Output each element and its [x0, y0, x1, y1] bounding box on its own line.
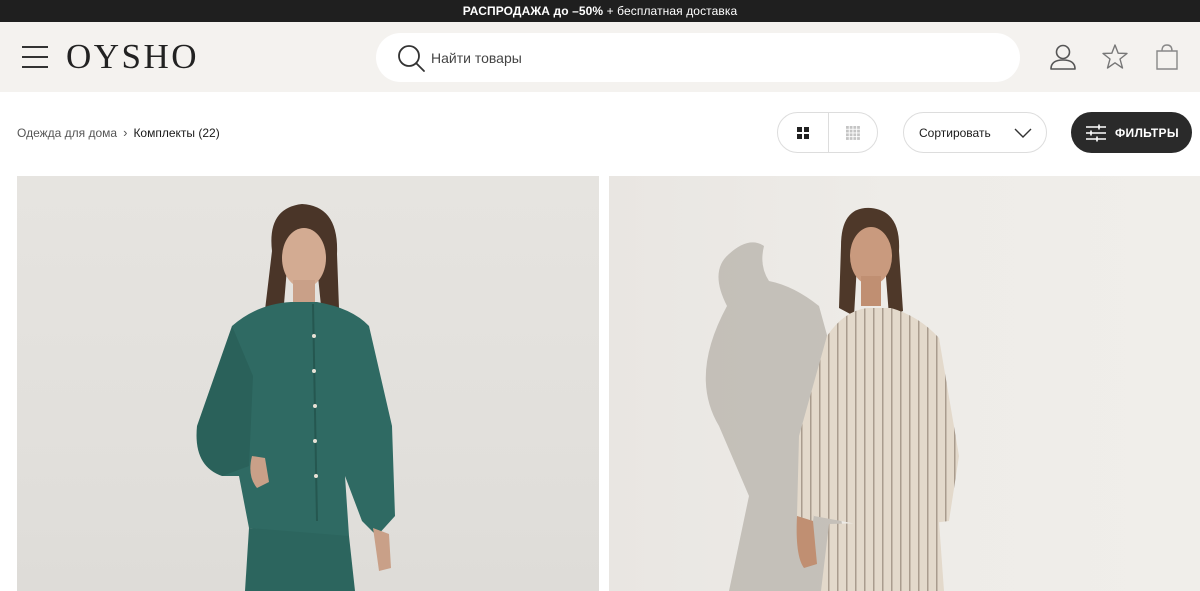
grid-2-icon — [796, 126, 809, 139]
user-icon[interactable] — [1048, 42, 1078, 72]
logo[interactable]: OYSHO — [66, 36, 199, 78]
breadcrumb-parent[interactable]: Одежда для дома — [17, 126, 117, 140]
product-grid — [0, 176, 1200, 591]
view-4-columns-button[interactable] — [827, 113, 878, 152]
menu-icon[interactable] — [22, 46, 48, 68]
promo-banner[interactable]: РАСПРОДАЖА до –50% + бесплатная доставка — [0, 0, 1200, 22]
star-icon[interactable] — [1100, 42, 1130, 72]
promo-bold-text: РАСПРОДАЖА до –50% — [462, 4, 604, 18]
sliders-icon — [1086, 124, 1106, 141]
product-card[interactable] — [17, 176, 599, 591]
sort-label: Сортировать — [919, 125, 991, 140]
promo-text: + бесплатная доставка — [603, 4, 738, 18]
view-toggle — [777, 112, 878, 153]
grid-4-icon — [845, 125, 860, 140]
product-image[interactable] — [17, 176, 599, 591]
search-icon[interactable] — [396, 43, 426, 73]
site-header: OYSHO — [0, 22, 1200, 92]
view-2-columns-button[interactable] — [778, 113, 828, 152]
product-card[interactable] — [609, 176, 1200, 591]
breadcrumb: Одежда для дома › Комплекты (22) — [17, 125, 220, 140]
search-input[interactable] — [431, 49, 991, 66]
sort-dropdown[interactable]: Сортировать — [903, 112, 1047, 153]
product-image[interactable] — [609, 176, 1200, 591]
filters-button[interactable]: ФИЛЬТРЫ — [1071, 112, 1192, 153]
breadcrumb-current: Комплекты (22) — [133, 125, 220, 140]
search-bar[interactable] — [376, 33, 1020, 82]
toolbar: Одежда для дома › Комплекты (22) Сортиро… — [0, 92, 1200, 175]
chevron-down-icon — [1014, 128, 1032, 138]
filters-label: ФИЛЬТРЫ — [1115, 125, 1179, 140]
bag-icon[interactable] — [1152, 42, 1182, 72]
chevron-right-icon: › — [123, 125, 128, 140]
